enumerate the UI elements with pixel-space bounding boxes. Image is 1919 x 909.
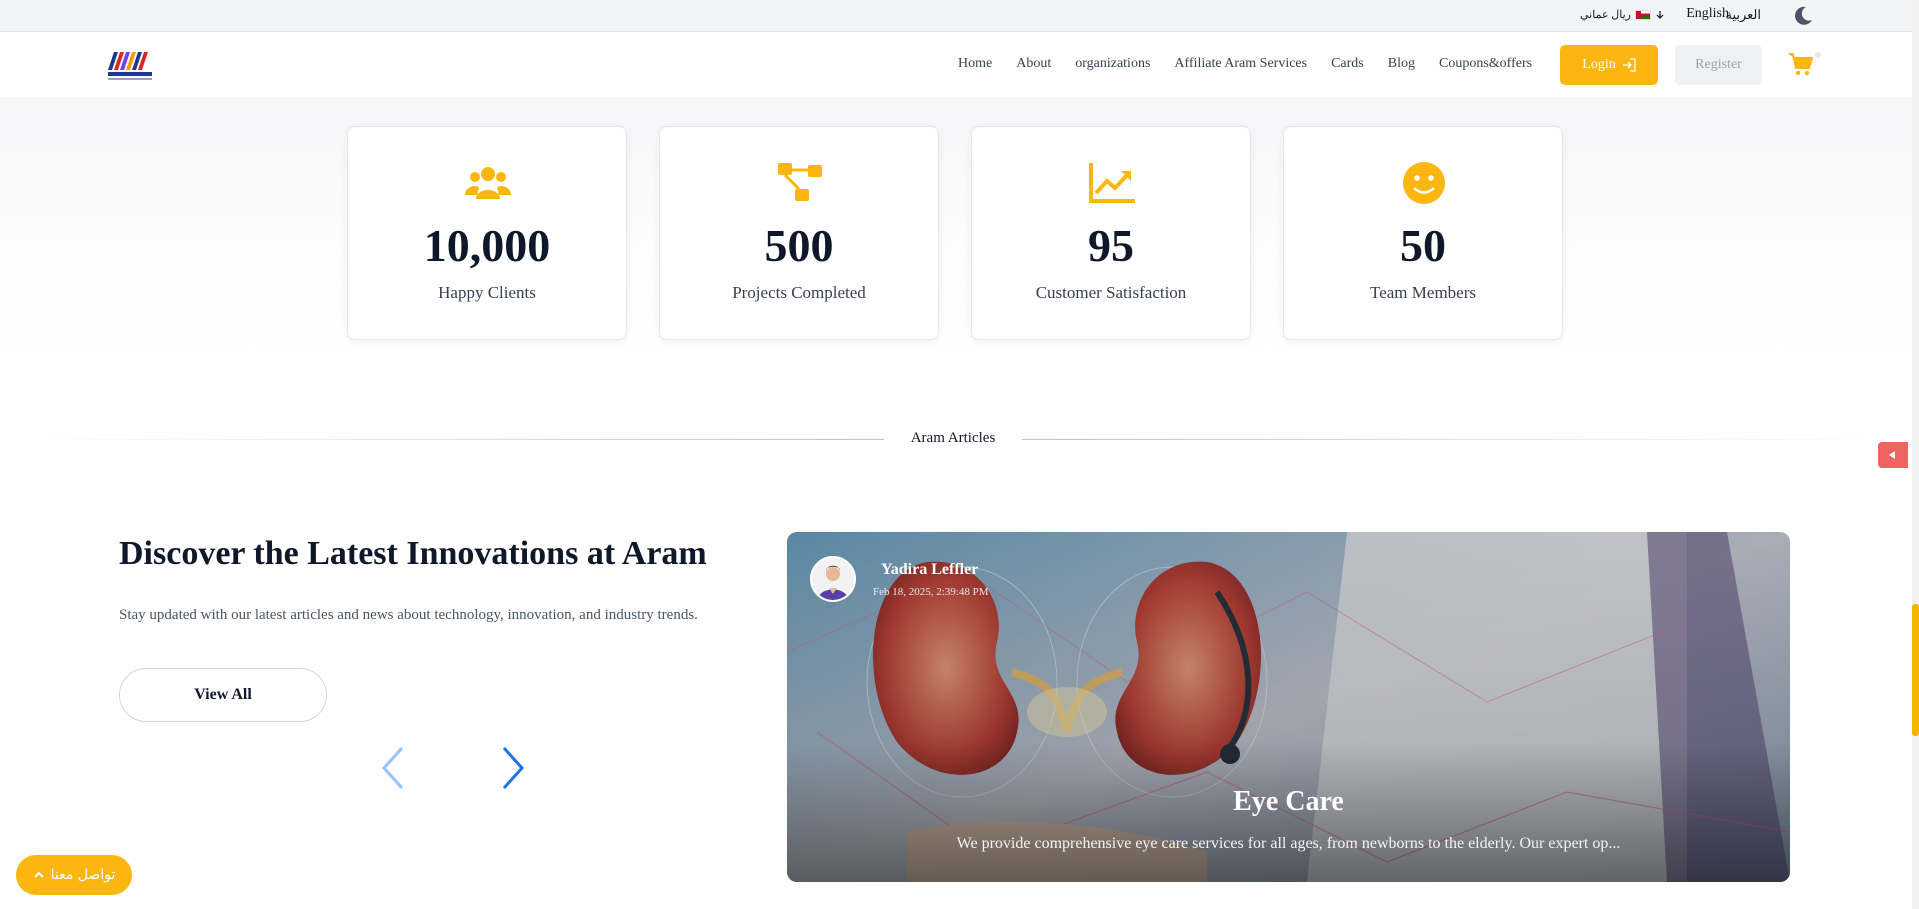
login-label: Login (1582, 57, 1616, 72)
article-description: We provide comprehensive eye care servic… (956, 835, 1621, 852)
aram-logo[interactable] (106, 48, 154, 84)
stat-card: 50 Team Members (1283, 126, 1563, 340)
post-date: Feb 18, 2025, 2:39:48 PM (873, 586, 989, 598)
scrollbar-thumb[interactable] (1912, 604, 1919, 736)
stat-value: 50 (1400, 220, 1446, 271)
view-all-button[interactable]: View All (119, 668, 327, 722)
cart-icon[interactable] (1788, 51, 1814, 77)
nav-home[interactable]: Home (958, 56, 992, 72)
sitemap-icon (778, 163, 822, 201)
chart-line-icon (1089, 163, 1135, 203)
smile-icon (1403, 162, 1445, 204)
chevron-right-icon[interactable] (498, 744, 528, 792)
stat-value: 95 (1088, 220, 1134, 271)
nav-about[interactable]: About (1016, 56, 1051, 72)
top-bar: ريال عماني English العربية (0, 0, 1919, 32)
language-arabic[interactable]: العربية (1725, 7, 1761, 23)
stat-label: Team Members (1370, 283, 1476, 302)
currency-selector[interactable]: ريال عماني (1580, 8, 1665, 21)
stat-card: 500 Projects Completed (659, 126, 939, 340)
divider-line-right (1022, 439, 1882, 440)
login-button[interactable]: Login (1560, 45, 1658, 85)
stats-section (0, 97, 1919, 357)
stat-label: Projects Completed (732, 283, 866, 302)
nav-affiliate[interactable]: Affiliate Aram Services (1174, 56, 1307, 72)
register-button[interactable]: Register (1675, 45, 1762, 85)
language-english[interactable]: English (1686, 6, 1729, 22)
stat-value: 10,000 (423, 220, 551, 271)
view-all-label: View All (194, 686, 252, 703)
contact-us-button[interactable]: تواصل معنا (16, 855, 132, 895)
author-name: Yadira Leffler (881, 561, 979, 578)
nav-cards[interactable]: Cards (1331, 56, 1364, 72)
stat-label: Customer Satisfaction (1035, 283, 1187, 302)
article-title: Eye Care (1233, 786, 1344, 817)
oman-flag-icon (1635, 9, 1651, 20)
divider-line-left (30, 439, 884, 440)
cart-badge (1815, 52, 1821, 58)
nav-coupons[interactable]: Coupons&offers (1439, 56, 1532, 72)
side-panel-toggle[interactable] (1878, 442, 1908, 468)
sign-in-icon (1622, 58, 1636, 72)
arrow-down-icon (1656, 10, 1664, 19)
moon-icon[interactable] (1791, 4, 1815, 28)
nav-organizations[interactable]: organizations (1075, 56, 1150, 72)
stat-card: 95 Customer Satisfaction (971, 126, 1251, 340)
articles-title: Discover the Latest Innovations at Aram (119, 535, 707, 572)
articles-subtitle: Stay updated with our latest articles an… (119, 607, 698, 623)
currency-label: ريال عماني (1580, 9, 1631, 21)
main-nav: Home About organizations Affiliate Aram … (958, 56, 1556, 72)
users-icon (465, 167, 511, 199)
stat-value: 500 (764, 220, 834, 271)
article-card[interactable]: Yadira Leffler Feb 18, 2025, 2:39:48 PM … (787, 532, 1790, 882)
nav-blog[interactable]: Blog (1388, 56, 1415, 72)
stat-card: 10,000 Happy Clients (347, 126, 627, 340)
article-image (787, 532, 1790, 882)
chevron-up-icon (33, 871, 44, 878)
contact-label: تواصل معنا (50, 867, 116, 883)
chevron-left-icon[interactable] (378, 744, 408, 792)
register-label: Register (1695, 57, 1742, 72)
stat-label: Happy Clients (438, 283, 536, 302)
section-heading: Aram Articles (910, 430, 996, 446)
author-avatar (810, 556, 856, 602)
main-header: Home About organizations Affiliate Aram … (0, 32, 1919, 97)
scrollbar-track[interactable] (1912, 0, 1919, 909)
